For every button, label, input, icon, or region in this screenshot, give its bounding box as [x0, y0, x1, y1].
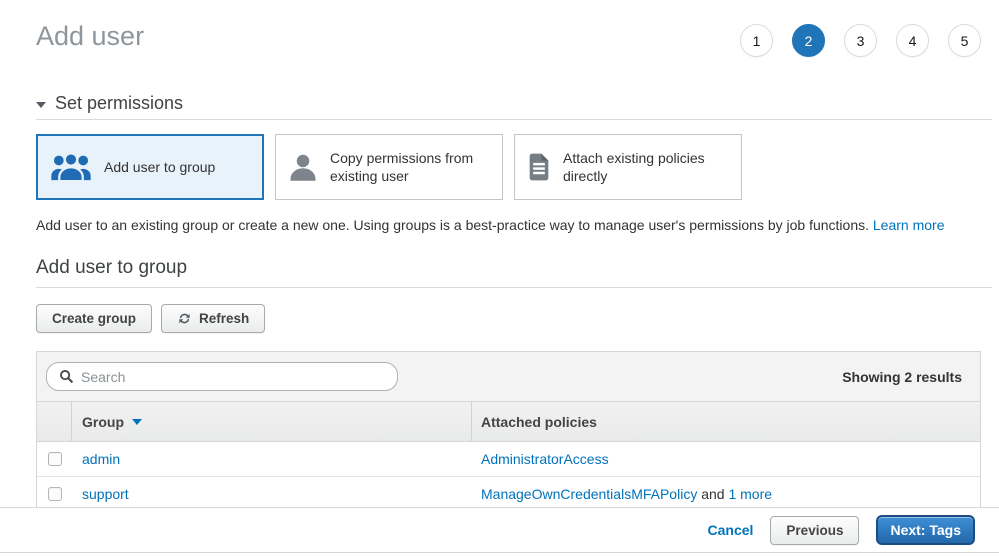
group-icon: [50, 152, 92, 182]
next-tags-button[interactable]: Next: Tags: [876, 515, 975, 545]
set-permissions-title: Set permissions: [55, 93, 183, 114]
card-label: Copy permissions from existing user: [330, 149, 490, 185]
policy-link[interactable]: ManageOwnCredentialsMFAPolicy: [481, 486, 697, 502]
add-user-wizard: Add user 1 2 3 4 5 Set permissions: [0, 0, 999, 511]
policy-connector: and: [701, 486, 724, 502]
create-group-button[interactable]: Create group: [36, 304, 152, 333]
header-checkbox-cell: [37, 402, 72, 441]
wizard-footer: Cancel Previous Next: Tags: [0, 507, 999, 553]
card-label: Attach existing policies directly: [563, 149, 729, 185]
more-policies-link[interactable]: 1 more: [728, 486, 772, 502]
card-label: Add user to group: [104, 158, 215, 176]
group-link[interactable]: admin: [82, 451, 120, 467]
search-box: [46, 362, 398, 391]
option-copy-permissions[interactable]: Copy permissions from existing user: [275, 134, 503, 200]
step-5: 5: [948, 24, 981, 57]
group-column-label: Group: [82, 414, 124, 430]
refresh-label: Refresh: [199, 311, 249, 326]
refresh-button[interactable]: Refresh: [161, 304, 265, 333]
search-input[interactable]: [81, 369, 385, 385]
set-permissions-section-header[interactable]: Set permissions: [36, 93, 992, 120]
table-row: support ManageOwnCredentialsMFAPolicy an…: [37, 476, 980, 510]
column-header-group[interactable]: Group: [72, 402, 472, 441]
page-title: Add user: [36, 20, 144, 52]
table-actions: Create group Refresh: [36, 304, 981, 333]
table-header-row: Group Attached policies: [37, 401, 980, 442]
sort-desc-icon: [132, 419, 142, 425]
step-2-current: 2: [792, 24, 825, 57]
permission-option-cards: Add user to group Copy permissions from …: [36, 134, 981, 200]
column-header-attached-policies: Attached policies: [472, 414, 980, 430]
table-row: admin AdministratorAccess: [37, 442, 980, 476]
wizard-header: Add user 1 2 3 4 5: [36, 0, 981, 57]
user-icon: [288, 152, 318, 182]
option-attach-policies[interactable]: Attach existing policies directly: [514, 134, 742, 200]
document-icon: [527, 153, 551, 181]
row-checkbox[interactable]: [48, 487, 62, 501]
cancel-link[interactable]: Cancel: [708, 522, 754, 538]
step-4: 4: [896, 24, 929, 57]
wizard-step-indicator: 1 2 3 4 5: [740, 24, 981, 57]
results-count: Showing 2 results: [842, 369, 971, 385]
description-text: Add user to an existing group or create …: [36, 217, 869, 233]
section-description: Add user to an existing group or create …: [36, 217, 981, 233]
collapse-caret-icon: [36, 102, 46, 108]
policy-link[interactable]: AdministratorAccess: [481, 451, 609, 467]
groups-table: Showing 2 results Group Attached policie…: [36, 351, 981, 511]
search-icon: [59, 369, 74, 384]
row-checkbox[interactable]: [48, 452, 62, 466]
add-user-to-group-heading: Add user to group: [36, 257, 992, 288]
group-link[interactable]: support: [82, 486, 129, 502]
learn-more-link[interactable]: Learn more: [873, 217, 945, 233]
table-toolbar: Showing 2 results: [37, 352, 980, 401]
previous-button[interactable]: Previous: [770, 516, 859, 545]
step-1: 1: [740, 24, 773, 57]
option-add-user-to-group[interactable]: Add user to group: [36, 134, 264, 200]
step-3: 3: [844, 24, 877, 57]
refresh-icon: [177, 311, 192, 326]
